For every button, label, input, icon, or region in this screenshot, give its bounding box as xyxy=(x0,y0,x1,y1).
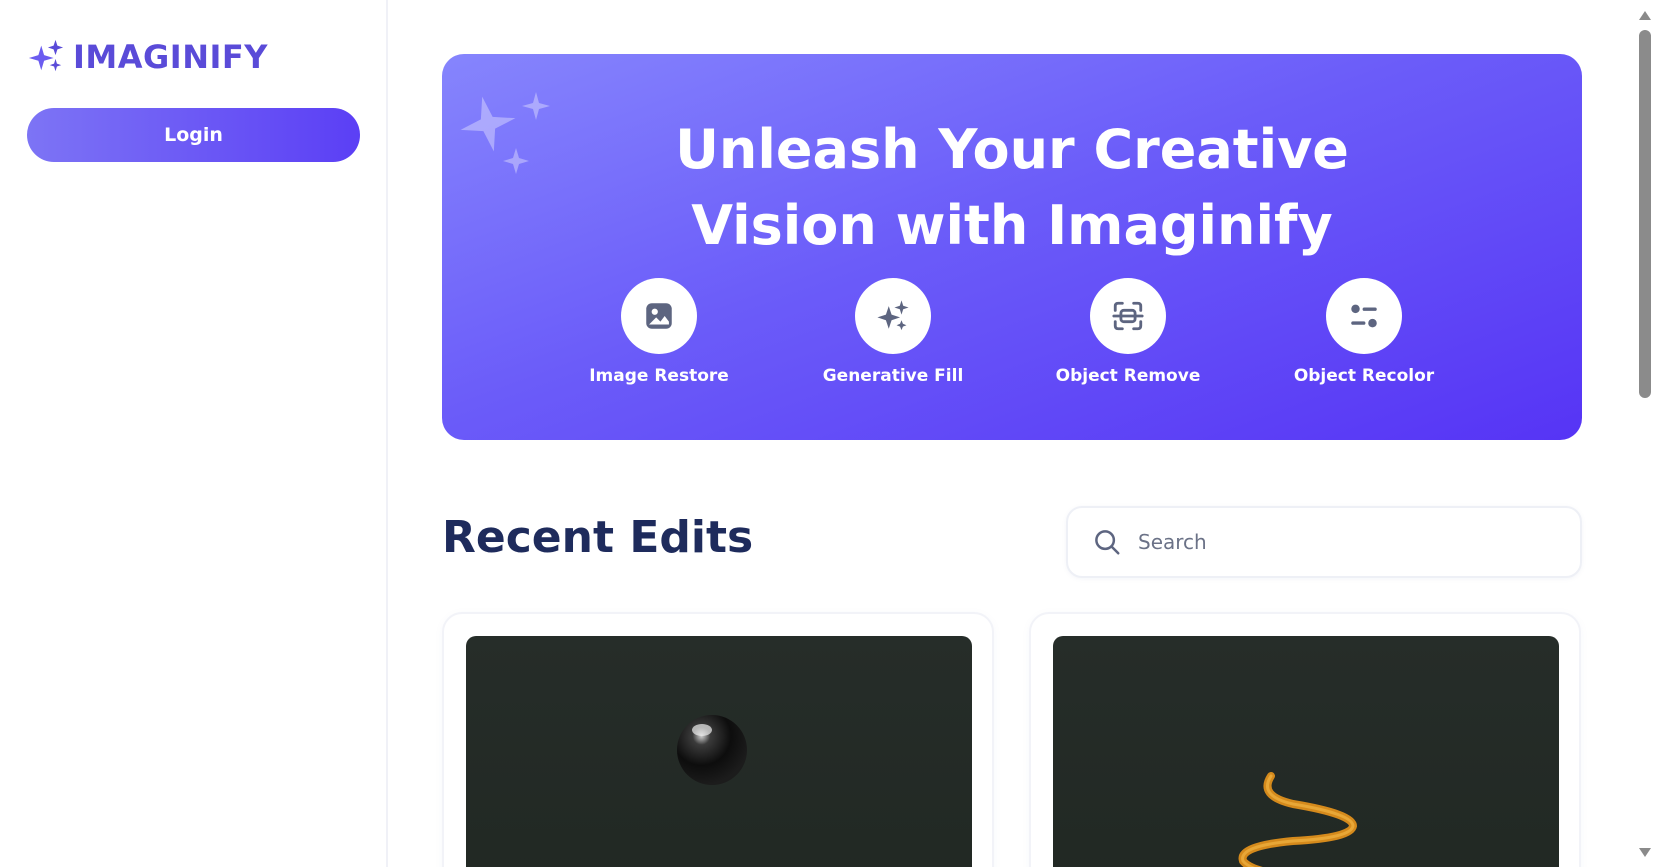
tool-list: Image Restore Generative Fill Object Rem… xyxy=(442,278,1582,398)
image-card[interactable] xyxy=(1029,612,1581,867)
hero-banner: Unleash Your Creative Vision with Imagin… xyxy=(442,54,1582,440)
card-image[interactable] xyxy=(1053,636,1559,867)
recent-edits-title: Recent Edits xyxy=(442,512,754,563)
tool-object-recolor[interactable]: Object Recolor xyxy=(1264,278,1464,386)
hero-title-line-2: Vision with Imaginify xyxy=(691,194,1333,257)
tool-label: Object Recolor xyxy=(1293,366,1435,386)
app-logo[interactable]: IMAGINIFY xyxy=(27,38,268,76)
sparkles-logo-icon xyxy=(28,39,64,72)
search-icon xyxy=(1095,530,1120,555)
spring-image xyxy=(1238,772,1358,867)
login-button[interactable]: Login xyxy=(27,108,360,162)
tool-label: Generative Fill xyxy=(822,366,964,386)
tool-image-restore-circle[interactable] xyxy=(621,278,697,354)
search-input[interactable] xyxy=(1138,530,1538,554)
scroll-up-arrow-icon[interactable] xyxy=(1639,11,1651,20)
scan-icon xyxy=(1112,301,1144,331)
scroll-down-arrow-icon[interactable] xyxy=(1639,848,1651,857)
tool-label: Object Remove xyxy=(1055,366,1201,386)
tool-generative-fill[interactable]: Generative Fill xyxy=(793,278,993,386)
tool-object-remove[interactable]: Object Remove xyxy=(1028,278,1228,386)
tool-generative-fill-circle[interactable] xyxy=(855,278,931,354)
tool-image-restore[interactable]: Image Restore xyxy=(559,278,759,386)
image-card[interactable] xyxy=(442,612,994,867)
sphere-image xyxy=(677,715,747,785)
tool-object-remove-circle[interactable] xyxy=(1090,278,1166,354)
logo-text: IMAGINIFY xyxy=(73,38,268,76)
tool-object-recolor-circle[interactable] xyxy=(1326,278,1402,354)
vertical-scrollbar[interactable] xyxy=(1634,0,1656,867)
hero-title: Unleash Your Creative Vision with Imagin… xyxy=(442,112,1582,264)
tool-label: Image Restore xyxy=(589,366,729,386)
hero-title-line-1: Unleash Your Creative xyxy=(675,118,1349,181)
filter-icon xyxy=(1351,304,1377,328)
image-icon xyxy=(646,303,672,329)
sidebar: IMAGINIFY Login xyxy=(0,0,388,867)
main-content: Unleash Your Creative Vision with Imagin… xyxy=(390,0,1634,867)
search-box[interactable] xyxy=(1066,506,1582,578)
scrollbar-thumb[interactable] xyxy=(1639,30,1651,398)
sparkles-icon xyxy=(877,300,909,331)
card-image[interactable] xyxy=(466,636,972,867)
